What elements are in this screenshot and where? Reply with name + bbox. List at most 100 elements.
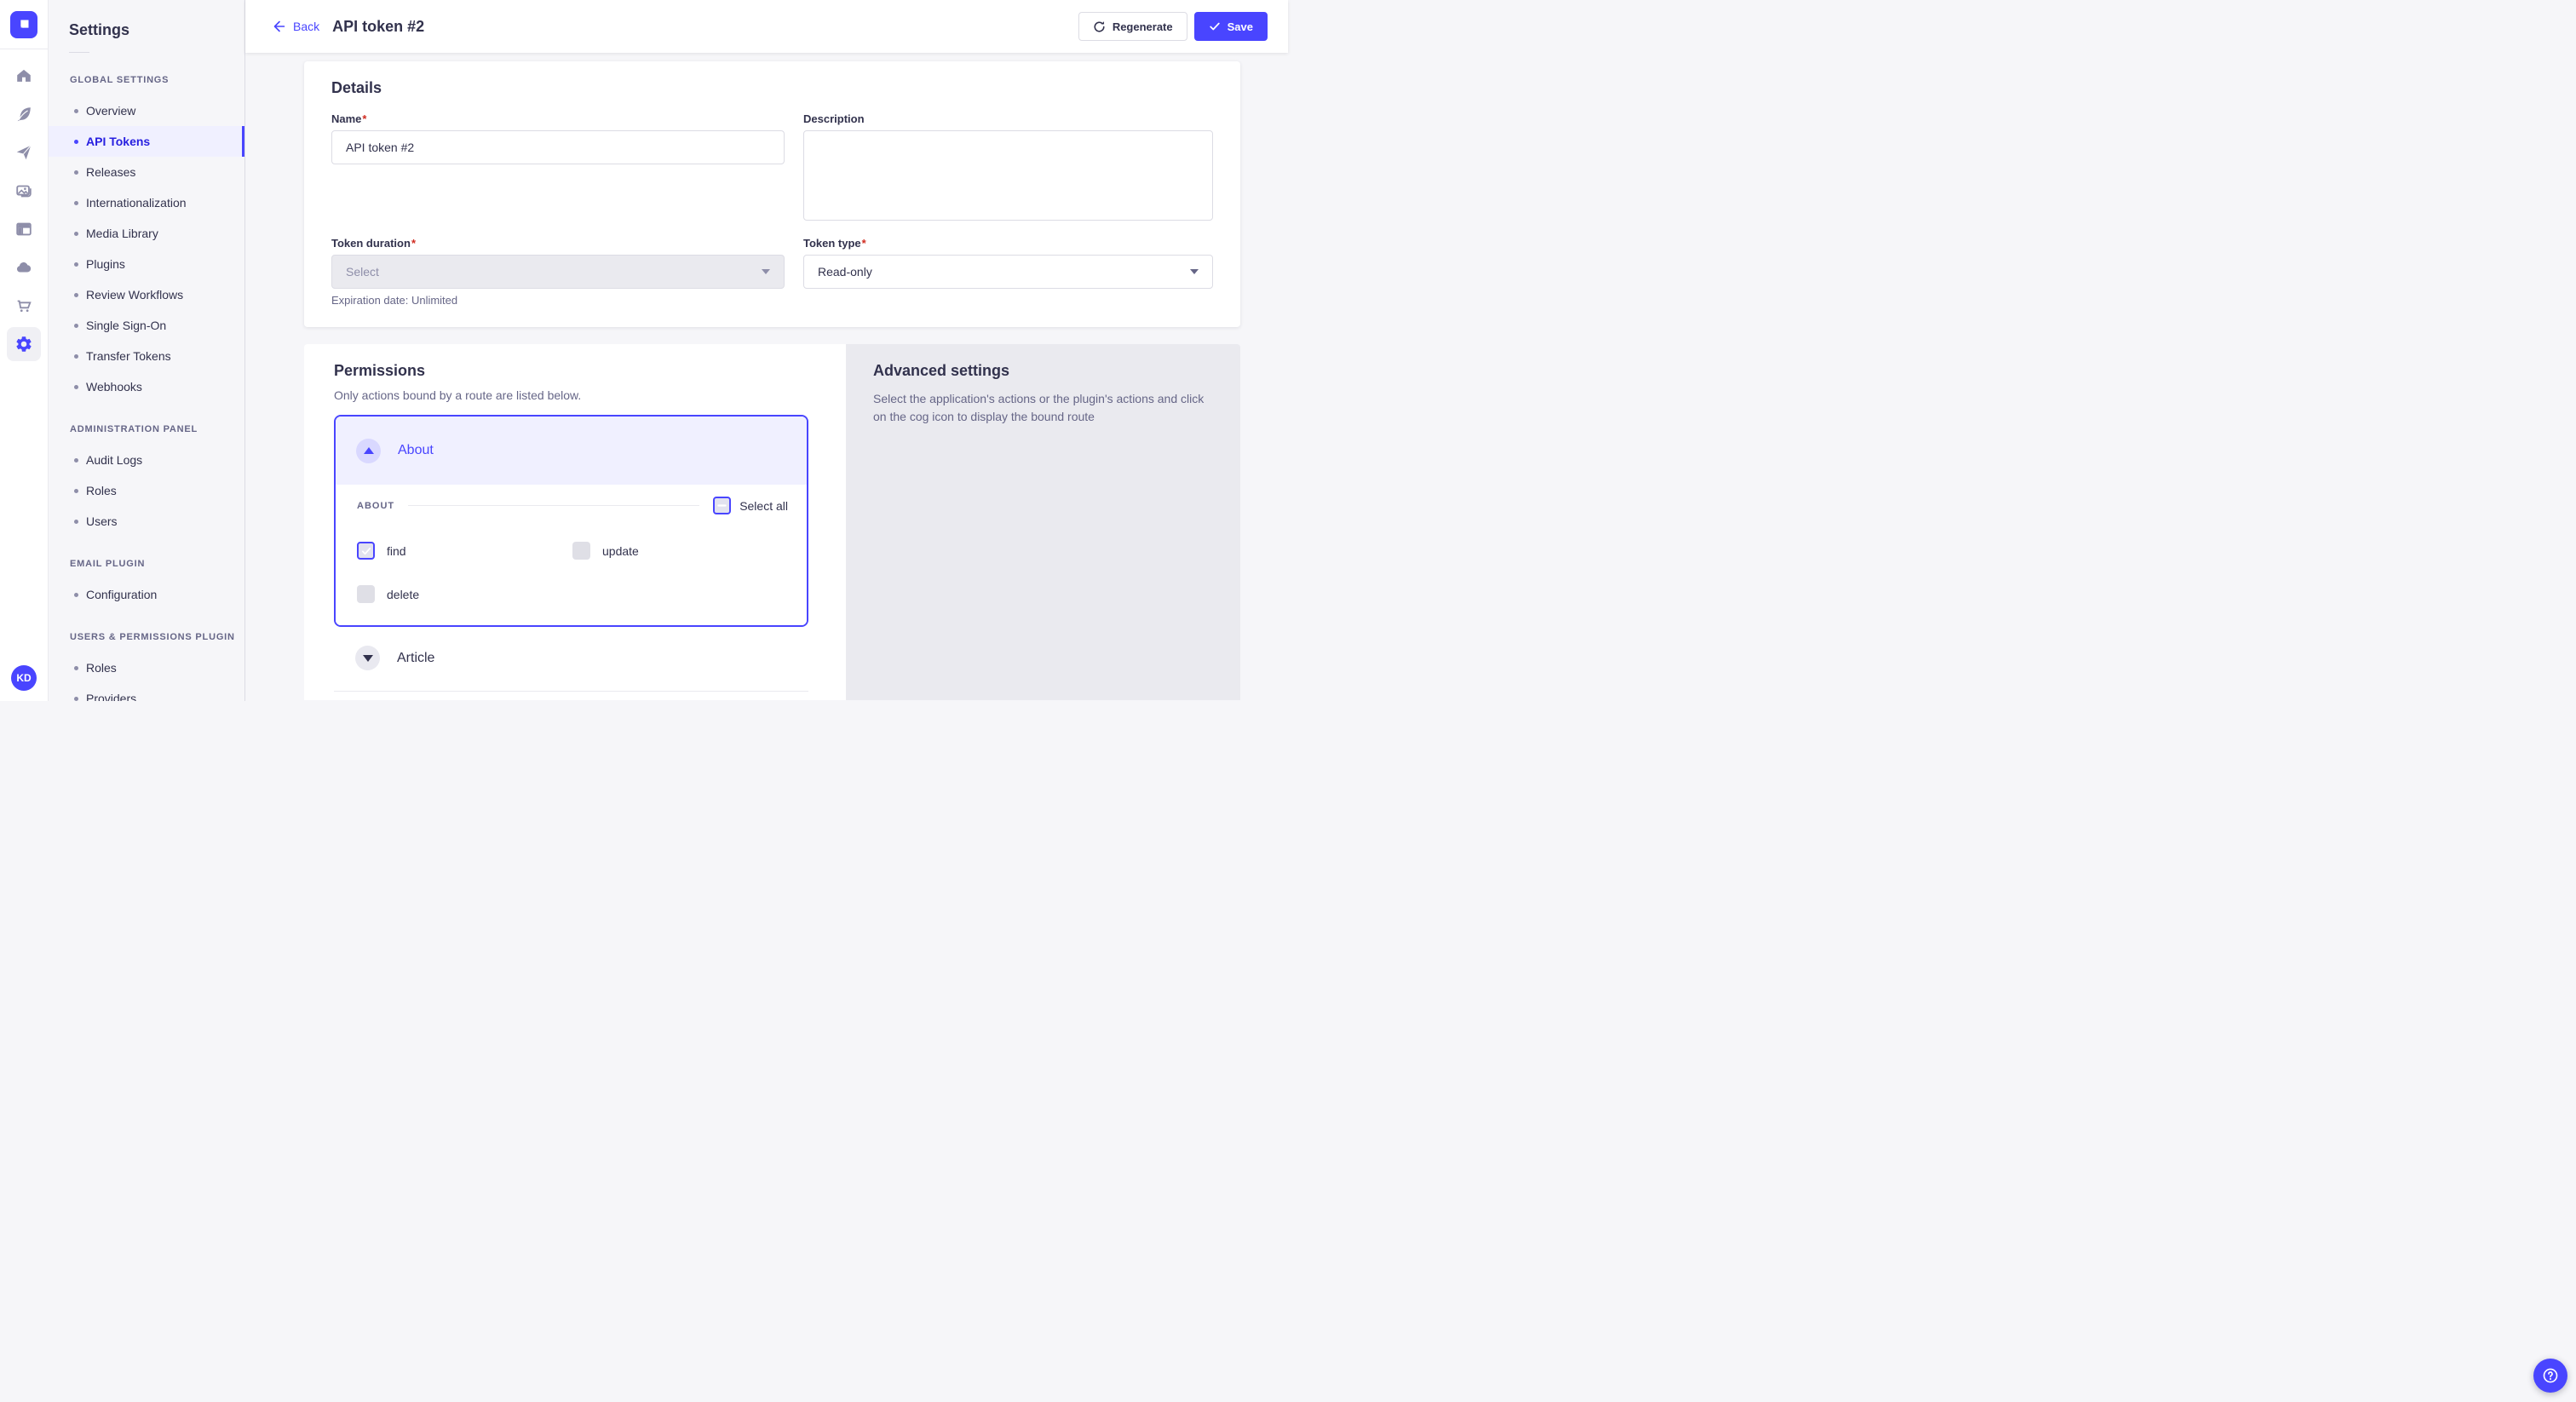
paper-plane-icon[interactable] [7,135,41,170]
sidebar-item-overview[interactable]: Overview [49,95,244,126]
sidebar-item-label: Internationalization [86,196,187,210]
sidebar-item-roles-up[interactable]: Roles [49,652,244,683]
nav-list-global: Overview API Tokens Releases Internation… [49,95,244,402]
refresh-icon [1093,20,1106,33]
name-input[interactable] [331,130,785,164]
gear-icon[interactable] [7,327,41,361]
layout-icon[interactable] [7,212,41,246]
sidebar-item-label: Plugins [86,257,125,271]
chevron-down-icon [363,655,373,662]
section-label-admin-panel: ADMINISTRATION PANEL [70,424,244,434]
sidebar-item-audit-logs[interactable]: Audit Logs [49,445,244,475]
question-mark-icon [2541,1366,2560,1385]
token-duration-placeholder: Select [346,265,379,279]
description-label: Description [803,112,1213,125]
section-label-users-permissions-plugin: USERS & PERMISSIONS PLUGIN [70,632,244,642]
subnav-divider [69,52,89,53]
sidebar-item-webhooks[interactable]: Webhooks [49,371,244,402]
select-all-checkbox[interactable] [713,497,731,514]
sidebar-item-configuration[interactable]: Configuration [49,579,244,610]
help-button[interactable] [2533,1359,2567,1393]
sidebar-item-users[interactable]: Users [49,506,244,537]
sidebar-item-label: Single Sign-On [86,319,166,332]
description-textarea[interactable] [803,130,1213,221]
sidebar-item-review-workflows[interactable]: Review Workflows [49,279,244,310]
chevron-down-icon [762,269,770,274]
home-icon[interactable] [7,59,41,93]
action-label: delete [387,588,419,601]
cloud-icon[interactable] [7,250,41,284]
section-label-global: GLOBAL SETTINGS [70,75,244,85]
select-all-control[interactable]: Select all [713,497,788,514]
bullet-icon [74,593,78,597]
bullet-icon [74,232,78,236]
sidebar-item-label: Audit Logs [86,453,142,467]
category-divider [408,505,699,506]
main-area: Back API token #2 Regenerate Save Detail… [245,0,1288,701]
check-icon [361,546,371,556]
permissions-card: Permissions Only actions bound by a rout… [304,344,846,700]
sidebar-item-label: Roles [86,661,117,675]
article-section-divider [334,691,808,692]
sidebar-item-transfer-tokens[interactable]: Transfer Tokens [49,341,244,371]
sidebar-item-internationalization[interactable]: Internationalization [49,187,244,218]
token-type-select[interactable]: Read-only [803,255,1213,289]
find-checkbox[interactable] [357,542,375,560]
update-checkbox[interactable] [572,542,590,560]
sidebar-item-single-sign-on[interactable]: Single Sign-On [49,310,244,341]
permissions-subtitle: Only actions bound by a route are listed… [334,388,808,402]
required-asterisk: * [362,112,366,125]
sidebar-item-roles-admin[interactable]: Roles [49,475,244,506]
sidebar-item-providers[interactable]: Providers [49,683,244,701]
feather-icon[interactable] [7,97,41,131]
token-duration-field-group: Token duration* Select Expiration date: … [331,237,785,307]
details-form: Name* Description Token duration* Select [331,112,1213,307]
strapi-logo[interactable] [10,11,37,38]
sidebar-item-label: Media Library [86,227,158,240]
sidebar-item-label: Roles [86,484,117,497]
bullet-icon [74,293,78,297]
article-accordion-header[interactable]: Article [334,627,808,670]
details-heading: Details [331,79,1213,97]
subnav-title: Settings [69,21,244,39]
collapse-toggle[interactable] [356,439,381,463]
sidebar-item-label: Users [86,514,118,528]
sidebar-item-label: Configuration [86,588,157,601]
sidebar-item-plugins[interactable]: Plugins [49,249,244,279]
sidebar-item-label: Providers [86,692,136,701]
page-header: Back API token #2 Regenerate Save [245,0,1288,53]
back-link[interactable]: Back [273,20,319,33]
page-title: API token #2 [332,18,424,36]
action-delete[interactable]: delete [357,585,572,603]
indeterminate-dash-icon [717,501,727,510]
chevron-down-icon [1190,269,1199,274]
token-duration-select[interactable]: Select [331,255,785,289]
save-button[interactable]: Save [1194,12,1268,41]
details-card: Details Name* Description Token duration… [304,61,1240,327]
delete-checkbox[interactable] [357,585,375,603]
bullet-icon [74,201,78,205]
about-category-row: ABOUT Select all [357,497,788,514]
bullet-icon [74,354,78,359]
permissions-row: Permissions Only actions bound by a rout… [304,344,1240,700]
action-update[interactable]: update [572,542,788,560]
bullet-icon [74,324,78,328]
sidebar-item-api-tokens[interactable]: API Tokens [49,126,244,157]
icon-rail: KD [0,0,49,701]
bullet-icon [74,109,78,113]
regenerate-button[interactable]: Regenerate [1078,12,1187,41]
action-label: update [602,544,639,558]
expand-toggle[interactable] [355,646,380,670]
expiration-hint: Expiration date: Unlimited [331,294,785,307]
sidebar-item-releases[interactable]: Releases [49,157,244,187]
cart-icon[interactable] [7,289,41,323]
required-asterisk: * [862,237,866,250]
save-label: Save [1228,20,1253,33]
sidebar-item-label: Overview [86,104,135,118]
sidebar-item-media-library[interactable]: Media Library [49,218,244,249]
media-icon[interactable] [7,174,41,208]
action-find[interactable]: find [357,542,572,560]
about-accordion-title: About [398,443,434,458]
about-accordion-header[interactable]: About [336,417,807,485]
user-avatar[interactable]: KD [11,665,37,691]
